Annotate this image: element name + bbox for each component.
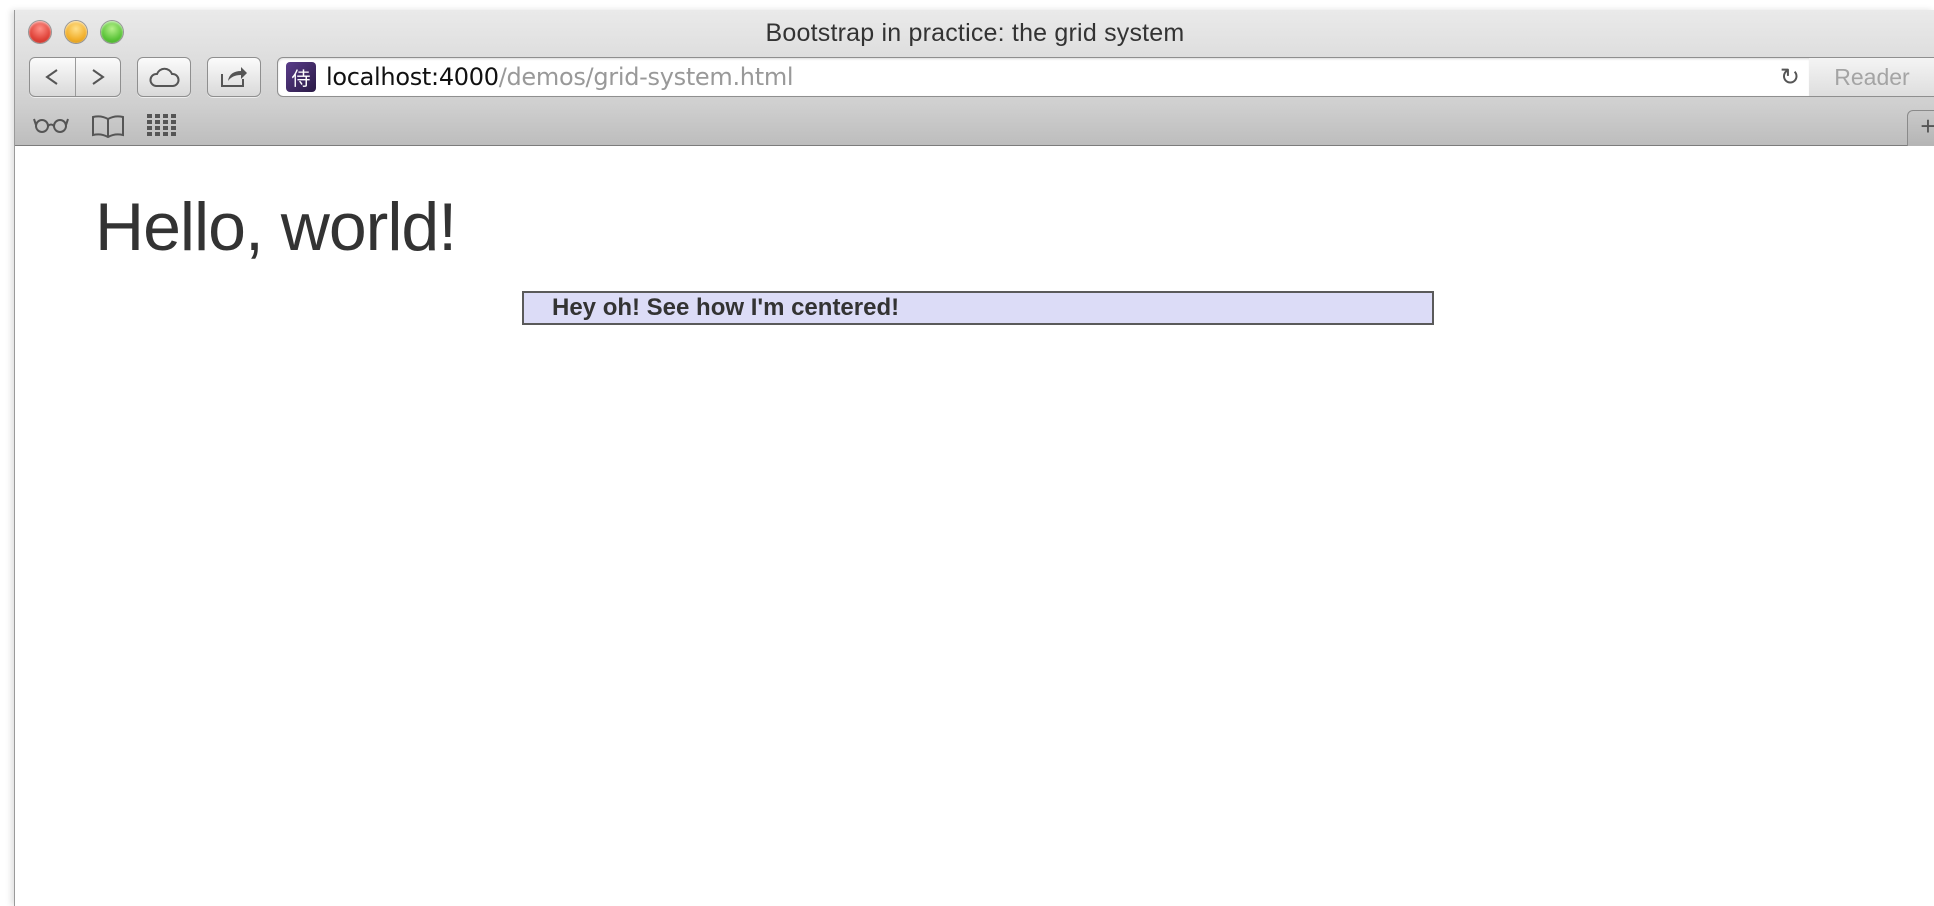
forward-button[interactable] [75, 58, 120, 96]
top-sites-icon[interactable] [147, 114, 177, 136]
forward-arrow-icon [92, 69, 105, 85]
site-favicon: 侍 [286, 62, 316, 92]
bookmarks-bar [15, 106, 1934, 146]
browser-window: Bootstrap in practice: the grid system ⤢… [14, 10, 1934, 906]
page-content: Hello, world! Hey oh! See how I'm center… [15, 146, 1934, 906]
cloud-tabs-button[interactable] [137, 57, 191, 97]
reload-icon[interactable]: ↻ [1780, 63, 1800, 91]
back-arrow-icon [45, 69, 58, 85]
window-title: Bootstrap in practice: the grid system [765, 19, 1185, 47]
share-button[interactable] [207, 57, 261, 97]
bookmarks-icon[interactable] [91, 114, 125, 138]
share-icon [221, 67, 247, 87]
url-text[interactable]: localhost:4000/demos/grid-system.html [326, 63, 794, 91]
centered-column: Hey oh! See how I'm centered! [522, 291, 1434, 325]
cloud-tabs-icon [149, 67, 180, 87]
page-heading: Hello, world! [95, 189, 457, 265]
url-host: localhost:4000 [326, 63, 499, 91]
browser-chrome: Bootstrap in practice: the grid system ⤢… [15, 10, 1934, 147]
reading-list-icon[interactable] [33, 114, 69, 134]
centered-text: Hey oh! See how I'm centered! [552, 294, 900, 321]
url-path: /demos/grid-system.html [498, 63, 794, 91]
address-bar[interactable]: 侍 localhost:4000/demos/grid-system.html … [277, 57, 1811, 97]
back-button[interactable] [30, 58, 75, 96]
reader-button[interactable]: Reader [1809, 57, 1934, 97]
new-tab-button[interactable]: + [1907, 110, 1934, 147]
back-forward-buttons [29, 57, 121, 97]
plus-icon: + [1920, 111, 1934, 141]
